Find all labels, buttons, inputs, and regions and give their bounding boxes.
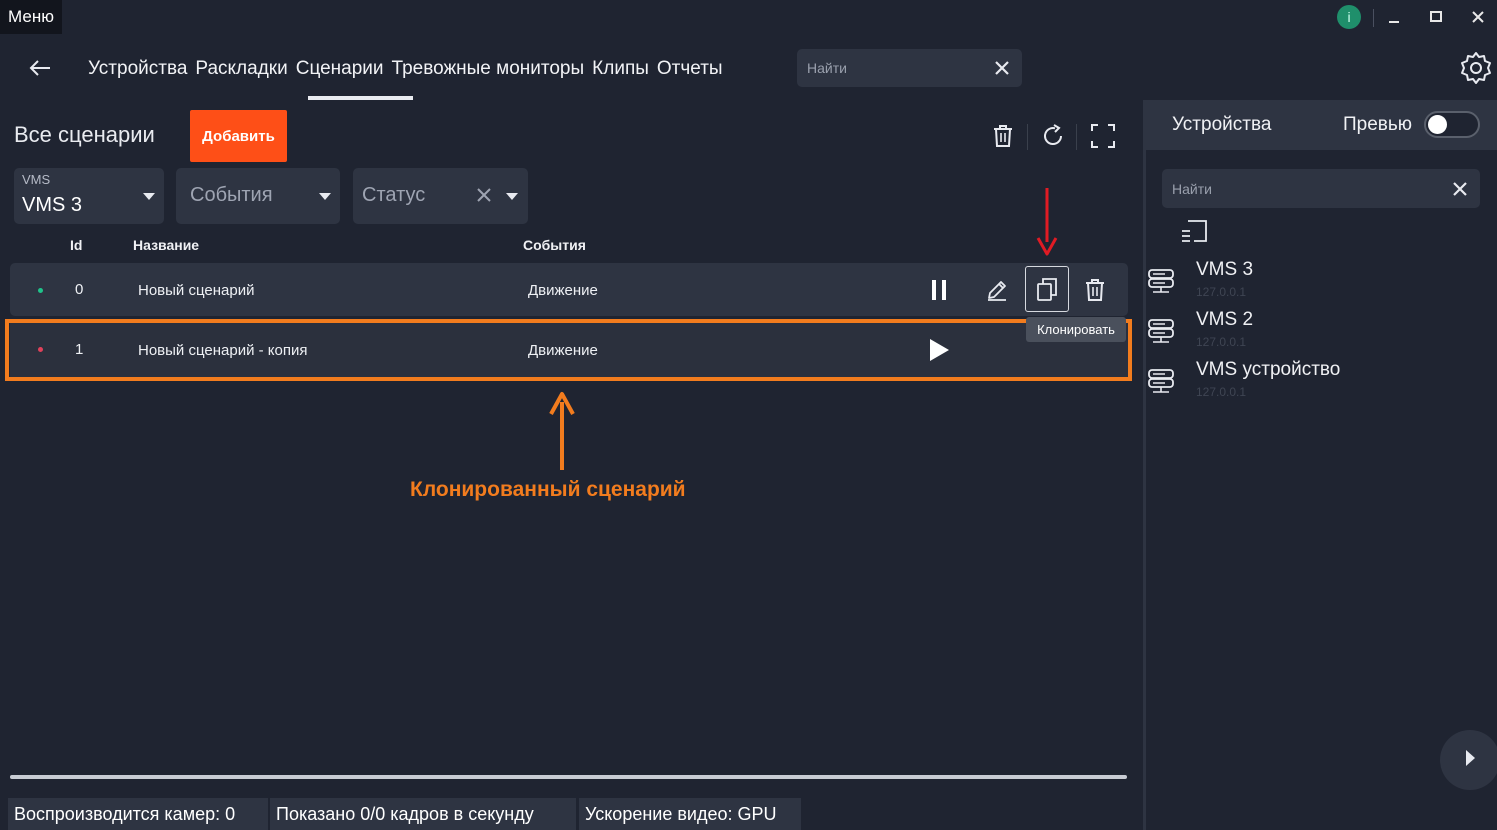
chevron-down-icon xyxy=(319,193,331,200)
annotation-label: Клонированный сценарий xyxy=(410,478,686,501)
device-ip: 127.0.0.1 xyxy=(1196,285,1247,299)
devices-panel xyxy=(1143,100,1497,830)
orange-arrow-icon xyxy=(549,392,575,470)
device-name[interactable]: VMS 2 xyxy=(1196,309,1253,331)
titlebar-divider xyxy=(1373,9,1374,27)
events-filter-select[interactable]: События xyxy=(176,168,340,224)
status-accel: Ускорение видео: GPU xyxy=(579,798,801,830)
header-events[interactable]: События xyxy=(523,237,586,253)
menu-button[interactable]: Меню xyxy=(0,0,62,34)
fullscreen-icon[interactable] xyxy=(1087,120,1119,152)
header-name[interactable]: Название xyxy=(133,237,199,253)
devices-panel-title: Устройства xyxy=(1172,114,1272,135)
tab-layouts[interactable]: Раскладки xyxy=(191,54,291,84)
header-id[interactable]: Id xyxy=(70,237,82,253)
events-filter-placeholder: События xyxy=(190,184,273,206)
clear-search-icon[interactable] xyxy=(992,58,1012,78)
server-icon xyxy=(1147,266,1175,299)
device-list-icon[interactable] xyxy=(1180,219,1208,250)
active-tab-indicator xyxy=(308,96,413,100)
tab-clips[interactable]: Клипы xyxy=(588,54,653,84)
vms-filter-select[interactable]: VMS VMS 3 xyxy=(14,168,164,224)
minimize-icon[interactable] xyxy=(1383,6,1405,28)
top-search-input[interactable] xyxy=(807,60,992,76)
chevron-right-icon xyxy=(1464,749,1476,772)
server-icon xyxy=(1147,316,1175,349)
expand-panel-button[interactable] xyxy=(1440,730,1497,790)
top-search xyxy=(797,49,1022,87)
red-arrow-icon xyxy=(1036,188,1058,256)
devices-search xyxy=(1162,169,1480,208)
vms-filter-label: VMS xyxy=(22,172,51,187)
device-name[interactable]: VMS устройство xyxy=(1196,359,1340,381)
status-filter-select[interactable]: Статус xyxy=(353,168,528,224)
tab-scenarios[interactable]: Сценарии xyxy=(292,54,388,84)
chevron-down-icon xyxy=(506,193,518,200)
edit-icon[interactable] xyxy=(979,272,1015,308)
trash-icon[interactable] xyxy=(987,120,1019,152)
preview-toggle[interactable] xyxy=(1424,111,1480,138)
pause-icon[interactable] xyxy=(921,272,957,308)
tab-reports[interactable]: Отчеты xyxy=(653,54,727,84)
status-cameras: Воспроизводится камер: 0 xyxy=(8,798,268,830)
page-title: Все сценарии xyxy=(14,122,155,147)
info-icon[interactable]: i xyxy=(1337,5,1361,29)
vms-filter-value: VMS 3 xyxy=(22,194,83,216)
row-events: Движение xyxy=(528,282,598,299)
delete-icon[interactable] xyxy=(1077,272,1113,308)
row-name: Новый сценарий xyxy=(138,282,255,299)
toolbar-divider xyxy=(1027,124,1028,150)
refresh-icon[interactable] xyxy=(1037,120,1069,152)
server-icon xyxy=(1147,366,1175,399)
status-fps: Показано 0/0 кадров в секунду xyxy=(270,798,576,830)
tab-devices[interactable]: Устройства xyxy=(84,54,191,84)
back-arrow-icon[interactable] xyxy=(24,52,56,84)
clone-icon[interactable] xyxy=(1025,266,1069,312)
device-name[interactable]: VMS 3 xyxy=(1196,259,1253,281)
gear-icon[interactable] xyxy=(1458,50,1496,86)
row-id: 0 xyxy=(75,281,84,298)
status-filter-placeholder: Статус xyxy=(362,184,426,206)
device-ip: 127.0.0.1 xyxy=(1196,335,1247,349)
devices-search-input[interactable] xyxy=(1172,180,1450,197)
chevron-down-icon xyxy=(143,193,155,200)
status-dot-active xyxy=(38,288,43,293)
nav-tabs: Устройства Раскладки Сценарии Тревожные … xyxy=(84,54,727,84)
close-window-icon[interactable] xyxy=(1467,6,1489,28)
clear-devices-search-icon[interactable] xyxy=(1450,179,1470,199)
clear-status-icon[interactable] xyxy=(477,188,491,207)
toolbar-divider xyxy=(1076,124,1077,150)
toggle-knob xyxy=(1428,115,1447,134)
clone-tooltip: Клонировать xyxy=(1026,317,1126,342)
table-row[interactable]: 0 Новый сценарий Движение xyxy=(10,263,1128,316)
device-ip: 127.0.0.1 xyxy=(1196,385,1247,399)
horizontal-scrollbar[interactable] xyxy=(10,775,1127,779)
maximize-icon[interactable] xyxy=(1425,6,1447,28)
add-button[interactable]: Добавить xyxy=(190,110,287,162)
preview-label: Превью xyxy=(1343,114,1413,135)
tab-alarm-monitors[interactable]: Тревожные мониторы xyxy=(388,54,589,84)
clone-highlight-frame xyxy=(5,319,1132,381)
